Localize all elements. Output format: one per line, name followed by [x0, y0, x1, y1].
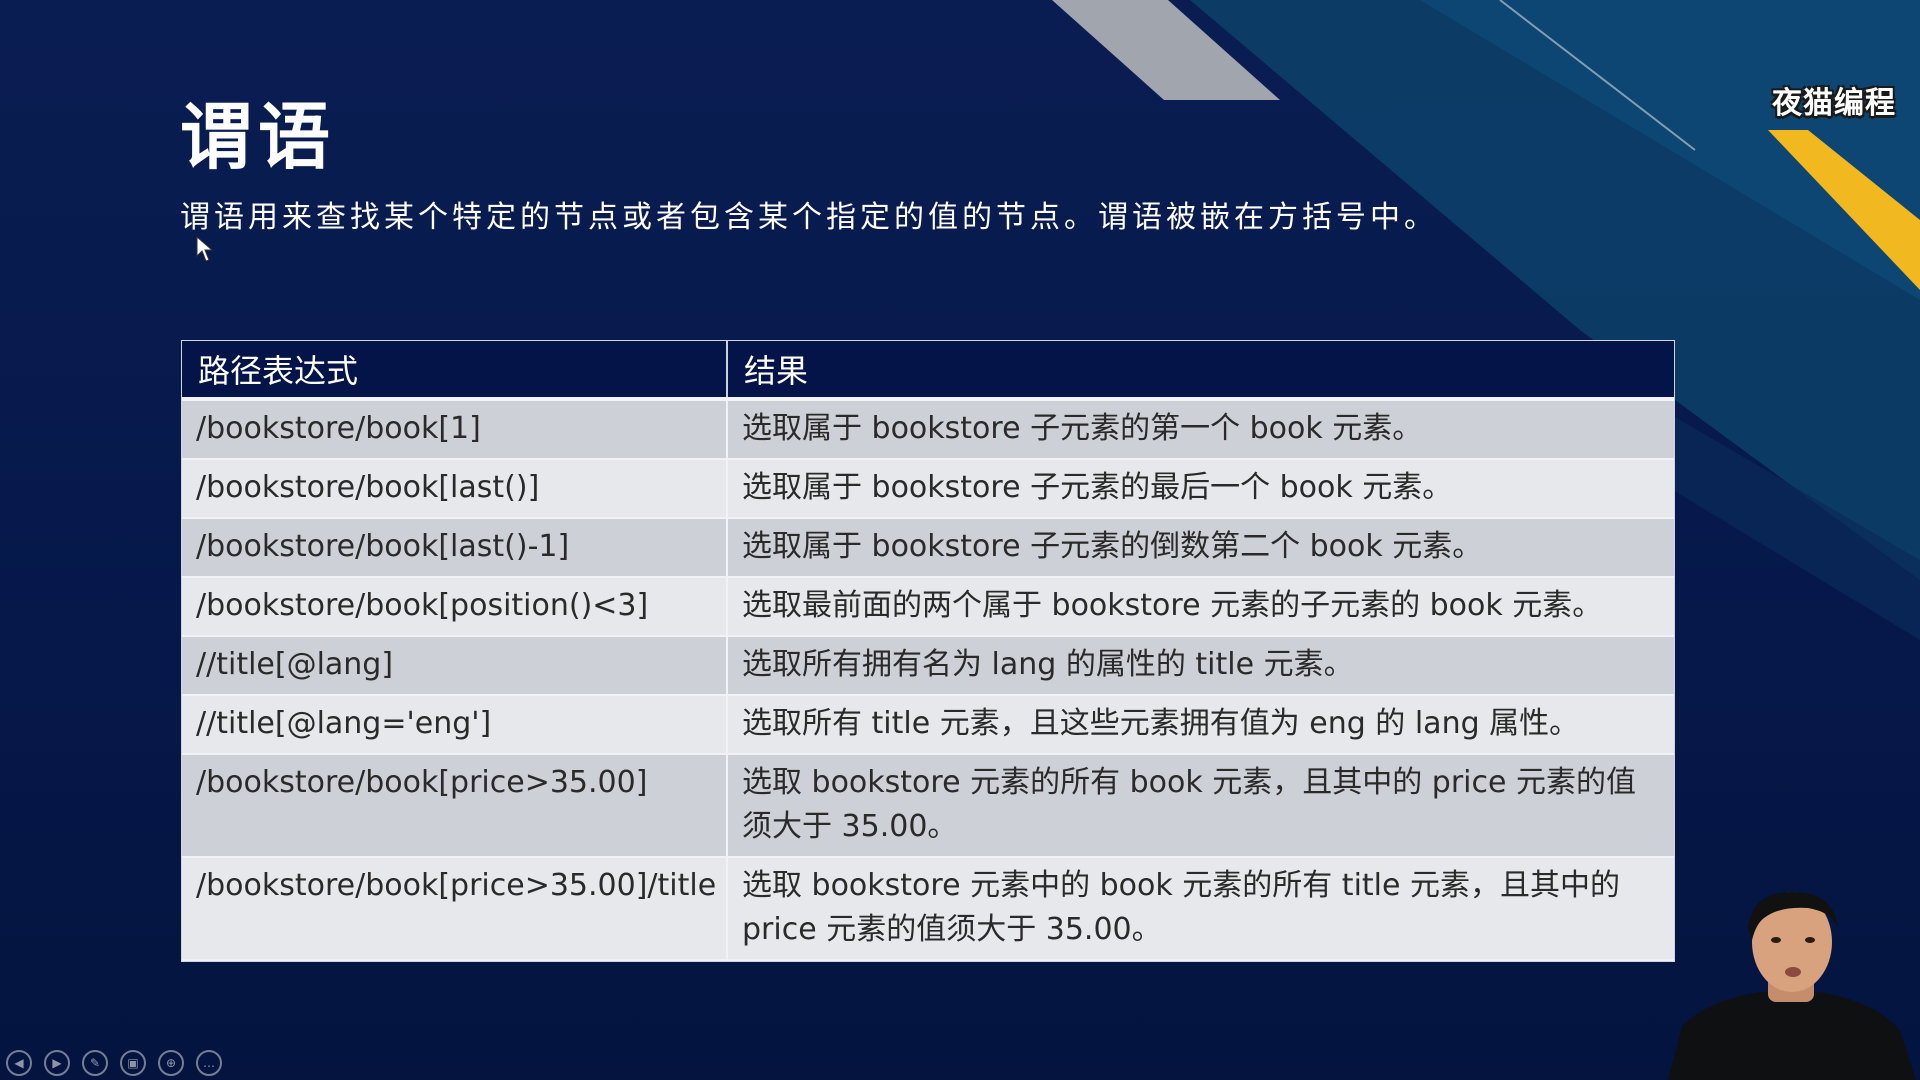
- table-row: /bookstore/book[last()] 选取属于 bookstore 子…: [182, 459, 1674, 519]
- more-icon: …: [203, 1056, 215, 1070]
- result-cell: 选取最前面的两个属于 bookstore 元素的子元素的 book 元素。: [727, 577, 1674, 637]
- result-cell: 选取 bookstore 元素的所有 book 元素，且其中的 price 元素…: [727, 754, 1674, 858]
- presenter-eye-right: [1805, 937, 1815, 943]
- presenter-eye-left: [1771, 937, 1781, 943]
- path-cell: /bookstore/book[last()]: [182, 459, 728, 519]
- path-cell: /bookstore/book[last()-1]: [182, 518, 728, 578]
- table-header-row: 路径表达式 结果: [182, 341, 1674, 401]
- path-cell: //title[@lang]: [182, 636, 728, 696]
- header-result: 结果: [727, 341, 1674, 401]
- result-cell: 选取 bookstore 元素中的 book 元素的所有 title 元素，且其…: [727, 857, 1674, 961]
- more-options-button[interactable]: …: [196, 1050, 222, 1076]
- zoom-button[interactable]: ⊕: [158, 1050, 184, 1076]
- predicate-table: 路径表达式 结果 /bookstore/book[1] 选取属于 booksto…: [181, 340, 1675, 962]
- next-icon: ▶: [52, 1056, 62, 1070]
- table-row: /bookstore/book[price>35.00]/title 选取 bo…: [182, 857, 1674, 961]
- header-path-expression: 路径表达式: [182, 341, 728, 401]
- result-cell: 选取属于 bookstore 子元素的倒数第二个 book 元素。: [727, 518, 1674, 578]
- slides-overview-button[interactable]: ▣: [120, 1050, 146, 1076]
- slide-title: 谓语: [180, 94, 337, 179]
- prev-slide-button[interactable]: ◀: [6, 1050, 32, 1076]
- path-cell: /bookstore/book[price>35.00]/title: [182, 857, 728, 961]
- table-row: /bookstore/book[position()<3] 选取最前面的两个属于…: [182, 577, 1674, 637]
- result-cell: 选取属于 bookstore 子元素的第一个 book 元素。: [727, 399, 1674, 460]
- logo: 夜猫编程: [1772, 86, 1896, 121]
- result-cell: 选取所有 title 元素，且这些元素拥有值为 eng 的 lang 属性。: [727, 695, 1674, 755]
- presenter-video: [1668, 892, 1916, 1080]
- presenter-mouth: [1785, 967, 1801, 977]
- result-cell: 选取所有拥有名为 lang 的属性的 title 元素。: [727, 636, 1674, 696]
- mouse-cursor-icon: [196, 236, 214, 262]
- presentation-controls: ◀ ▶ ✎ ▣ ⊕ …: [6, 1050, 222, 1076]
- result-cell: 选取属于 bookstore 子元素的最后一个 book 元素。: [727, 459, 1674, 519]
- path-cell: /bookstore/book[1]: [182, 399, 728, 460]
- zoom-icon: ⊕: [165, 1056, 177, 1070]
- slide-subtitle: 谓语用来查找某个特定的节点或者包含某个指定的值的节点。谓语被嵌在方括号中。: [180, 200, 1438, 235]
- slides-icon: ▣: [127, 1056, 139, 1070]
- pen-tool-button[interactable]: ✎: [82, 1050, 108, 1076]
- table-row: /bookstore/book[1] 选取属于 bookstore 子元素的第一…: [182, 399, 1674, 460]
- next-slide-button[interactable]: ▶: [44, 1050, 70, 1076]
- table-row: //title[@lang] 选取所有拥有名为 lang 的属性的 title …: [182, 636, 1674, 696]
- table-row: /bookstore/book[price>35.00] 选取 bookstor…: [182, 754, 1674, 858]
- path-cell: /bookstore/book[price>35.00]: [182, 754, 728, 858]
- path-cell: /bookstore/book[position()<3]: [182, 577, 728, 637]
- prev-icon: ◀: [14, 1056, 24, 1070]
- pen-icon: ✎: [89, 1056, 101, 1070]
- table-row: //title[@lang='eng'] 选取所有 title 元素，且这些元素…: [182, 695, 1674, 755]
- table-row: /bookstore/book[last()-1] 选取属于 bookstore…: [182, 518, 1674, 578]
- path-cell: //title[@lang='eng']: [182, 695, 728, 755]
